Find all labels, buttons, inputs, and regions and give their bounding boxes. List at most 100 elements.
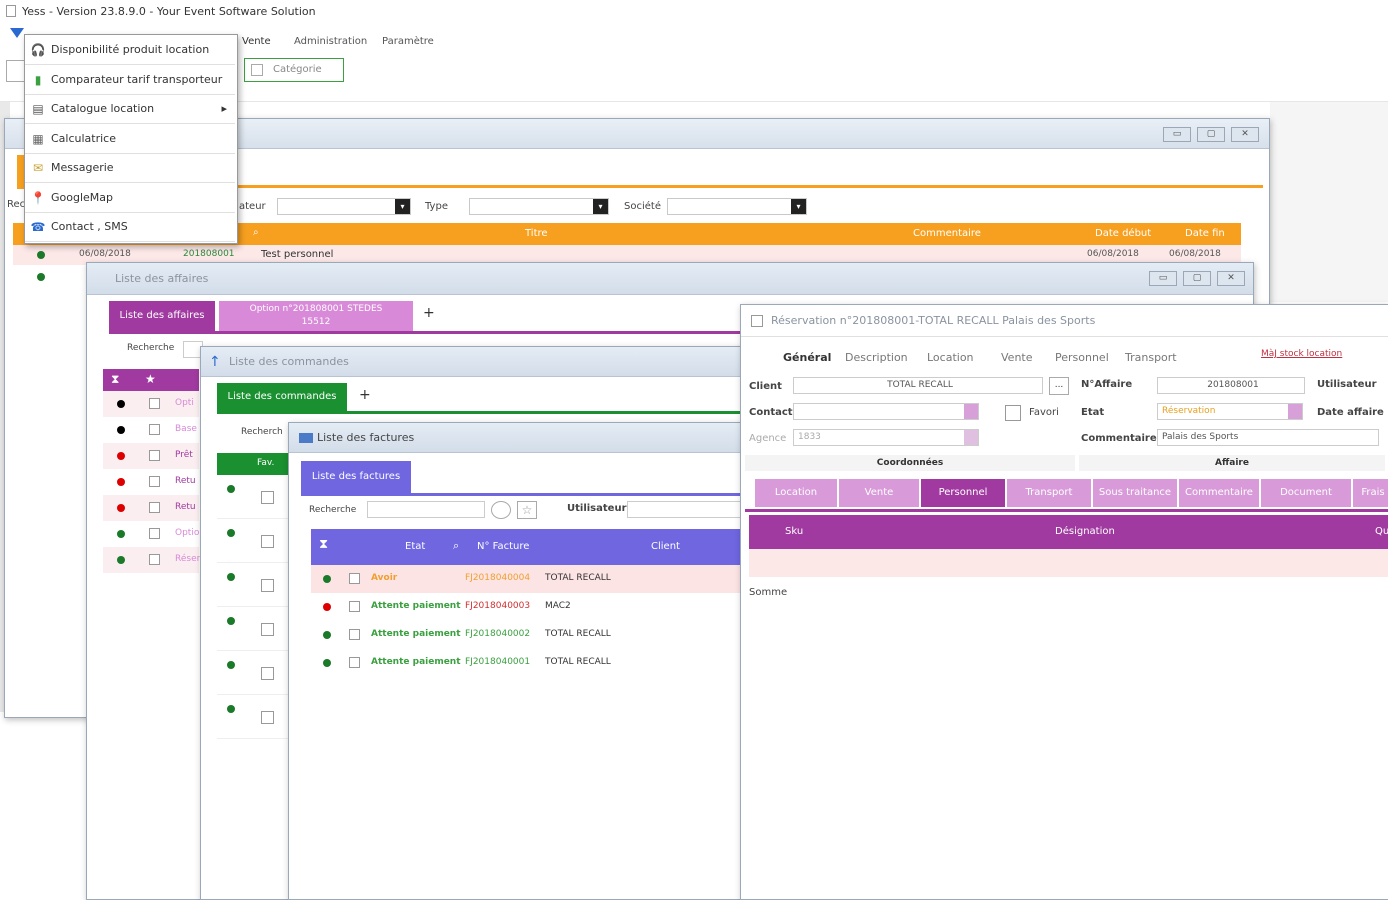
table-row[interactable] [217, 607, 291, 651]
table-row[interactable] [749, 549, 1388, 577]
col-number[interactable]: N° Facture [477, 541, 529, 552]
add-tab-button[interactable]: + [359, 387, 371, 403]
add-tab-button[interactable]: + [423, 305, 435, 321]
row-checkbox[interactable] [349, 601, 360, 612]
table-row[interactable]: Retu [103, 495, 199, 521]
col-start[interactable]: Date début [1095, 228, 1151, 239]
tab-général[interactable]: Général [783, 351, 831, 364]
fav-checkbox[interactable] [261, 623, 274, 636]
subtab-item[interactable]: Personnel [921, 479, 1005, 507]
table-row[interactable]: Réser [103, 547, 200, 573]
fav-checkbox[interactable] [261, 491, 274, 504]
row-checkbox[interactable] [149, 502, 160, 513]
search-icon[interactable]: ⌕ [253, 227, 259, 238]
table-row[interactable]: Base [103, 417, 199, 443]
tab-liste-factures[interactable]: Liste des factures [301, 461, 411, 493]
type-select[interactable]: ▾ [469, 198, 609, 215]
fav-checkbox[interactable] [261, 579, 274, 592]
row-checkbox[interactable] [149, 424, 160, 435]
restore-button[interactable]: ▢ [1183, 271, 1211, 286]
menu-item[interactable]: ▦ Calculatrice [25, 124, 235, 154]
tab-liste-affaires[interactable]: Liste des affaires [109, 301, 215, 331]
favori-checkbox[interactable] [1005, 405, 1021, 421]
row-checkbox[interactable] [149, 476, 160, 487]
category-button[interactable]: Catégorie [244, 58, 344, 82]
subtab-item[interactable]: Transport [1007, 479, 1091, 507]
subtab-item[interactable]: Vente [839, 479, 919, 507]
row-checkbox[interactable] [149, 450, 160, 461]
agency-select[interactable]: 1833 [793, 429, 979, 446]
col-sku[interactable]: Sku [785, 526, 803, 537]
client-picker-button[interactable]: ... [1049, 377, 1069, 395]
table-row[interactable]: Attente paiement FJ2018040001 TOTAL RECALL [311, 649, 743, 677]
col-fav[interactable]: Fav. [257, 458, 274, 468]
menu-item[interactable]: ✉ Messagerie [25, 153, 235, 183]
tab-personnel[interactable]: Personnel [1055, 351, 1109, 364]
subtab-item[interactable]: Location [755, 479, 837, 507]
ribbon-tab-administration[interactable]: Administration [294, 36, 367, 47]
fav-checkbox[interactable] [261, 667, 274, 680]
creator-select[interactable]: ▾ [277, 198, 411, 215]
col-title[interactable]: Titre [525, 228, 548, 239]
tab-liste-commandes[interactable]: Liste des commandes [217, 383, 347, 411]
table-row[interactable]: Optio [103, 521, 199, 547]
user-input[interactable] [627, 501, 741, 518]
subtab-item[interactable]: Frais [1353, 479, 1388, 507]
col-state[interactable]: Etat [405, 541, 425, 552]
search-icon[interactable]: ⌕ [453, 539, 459, 553]
ribbon-box[interactable] [6, 60, 26, 82]
col-comment[interactable]: Commentaire [913, 228, 981, 239]
hourglass-icon[interactable]: ⧗ [111, 372, 119, 387]
restore-button[interactable]: ▢ [1197, 127, 1225, 142]
ribbon-tab-vente[interactable]: Vente [242, 36, 271, 47]
fav-checkbox[interactable] [261, 711, 274, 724]
tab-description[interactable]: Description [845, 351, 908, 364]
table-row[interactable]: Attente paiement FJ2018040002 TOTAL RECALL [311, 621, 743, 649]
table-row[interactable] [217, 475, 291, 519]
row-checkbox[interactable] [349, 629, 360, 640]
table-row[interactable] [217, 651, 291, 695]
company-select[interactable]: ▾ [667, 198, 807, 215]
tab-location[interactable]: Location [927, 351, 974, 364]
star-icon[interactable]: ☆ [517, 501, 537, 519]
subtab-item[interactable]: Commentaire [1179, 479, 1259, 507]
menu-item[interactable]: 📍 GoogleMap [25, 183, 235, 213]
subtab-item[interactable]: Document [1261, 479, 1351, 507]
table-row[interactable]: Retu [103, 469, 199, 495]
contact-select[interactable] [793, 403, 979, 420]
close-button[interactable]: ✕ [1231, 127, 1259, 142]
search-input[interactable] [367, 501, 485, 518]
minimize-button[interactable]: ▭ [1149, 271, 1177, 286]
col-qty[interactable]: Qu [1375, 526, 1388, 537]
hourglass-icon[interactable]: ⧗ [319, 537, 328, 552]
minimize-button[interactable]: ▭ [1163, 127, 1191, 142]
row-checkbox[interactable] [349, 573, 360, 584]
state-select[interactable]: Réservation [1157, 403, 1303, 420]
star-icon[interactable]: ★ [145, 372, 156, 386]
client-field[interactable]: TOTAL RECALL [793, 377, 1043, 394]
subtab-item[interactable]: Sous traitance [1093, 479, 1177, 507]
refresh-icon[interactable] [491, 501, 511, 519]
row-checkbox[interactable] [149, 554, 160, 565]
table-row[interactable]: Opti [103, 391, 199, 417]
row-checkbox[interactable] [349, 657, 360, 668]
table-row[interactable] [217, 695, 291, 739]
fav-checkbox[interactable] [261, 535, 274, 548]
stock-update-link[interactable]: MàJ stock location [1261, 349, 1342, 359]
col-end[interactable]: Date fin [1185, 228, 1225, 239]
menu-item[interactable]: ▤ Catalogue location ▸ [25, 94, 235, 124]
menu-item[interactable]: 🎧 Disponibilité produit location [25, 35, 235, 65]
close-button[interactable]: ✕ [1217, 271, 1245, 286]
affaire-field[interactable]: 201808001 [1157, 377, 1305, 394]
table-row[interactable] [217, 563, 291, 607]
table-row[interactable] [217, 519, 291, 563]
row-checkbox[interactable] [149, 528, 160, 539]
row-checkbox[interactable] [149, 398, 160, 409]
tab-vente[interactable]: Vente [1001, 351, 1033, 364]
filter-icon[interactable] [10, 28, 24, 38]
table-row[interactable]: Attente paiement FJ2018040003 MAC2 [311, 593, 743, 621]
menu-item[interactable]: ▮ Comparateur tarif transporteur [25, 65, 235, 95]
table-row[interactable]: Avoir FJ2018040004 TOTAL RECALL [311, 565, 743, 593]
comment-field[interactable]: Palais des Sports [1157, 429, 1379, 446]
col-designation[interactable]: Désignation [1055, 526, 1115, 537]
